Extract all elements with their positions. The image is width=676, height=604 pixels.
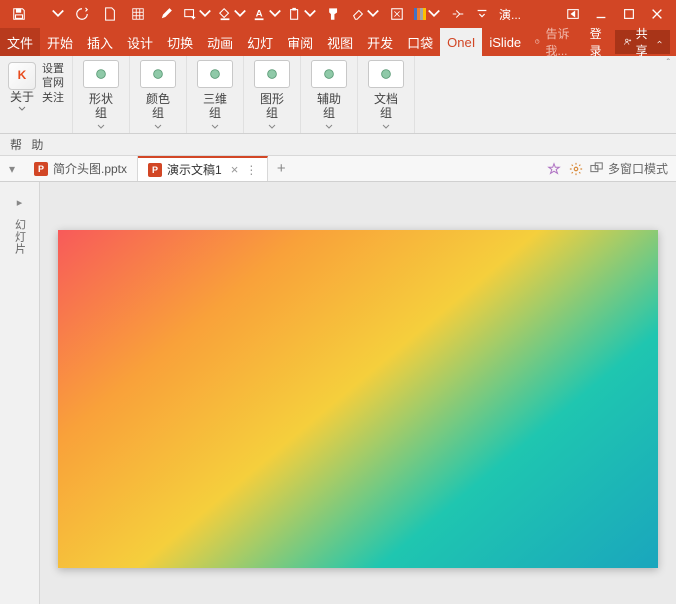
shape-group-button[interactable]: 形状 组 [79, 58, 123, 132]
window-title: 演... [493, 6, 527, 23]
tab-file[interactable]: 文件 [0, 28, 40, 56]
tab-menu-button[interactable]: ⋮ [245, 163, 257, 177]
quick-access-toolbar: A 演... [0, 0, 676, 28]
graphic-group: 图形 组 [244, 56, 301, 133]
minimize-button[interactable] [588, 2, 614, 26]
new-file-button[interactable] [97, 2, 123, 26]
3d-group-button[interactable]: 三维 组 [193, 58, 237, 132]
save-button[interactable] [6, 2, 32, 26]
color-swatches-icon [414, 8, 426, 20]
assist-group: 辅助 组 [301, 56, 358, 133]
undo-button[interactable] [34, 7, 67, 21]
tell-me-search[interactable]: 告诉我... [528, 25, 580, 59]
slide-canvas-area[interactable] [40, 182, 676, 604]
shape-group: 形状 组 [73, 56, 130, 133]
brush-button[interactable] [153, 2, 179, 26]
tab-islide[interactable]: iSlide [482, 28, 528, 56]
follow-label[interactable]: 关注 [42, 91, 64, 105]
tab-developer[interactable]: 开发 [360, 28, 400, 56]
share-button[interactable]: 共享 [615, 30, 670, 54]
panel-title: 幻灯片 [12, 219, 28, 255]
gear-icon[interactable] [568, 161, 584, 177]
file-tab-0[interactable]: P 简介头图.pptx [24, 156, 138, 181]
customize-qat-dropdown[interactable] [473, 7, 491, 21]
share-label: 共享 [636, 25, 653, 59]
doc-group: 文档 组 [358, 56, 415, 133]
multi-window-label: 多窗口模式 [608, 160, 668, 177]
ppt-icon: P [34, 162, 48, 176]
workspace: ▸ 幻灯片 [0, 182, 676, 604]
addon-logo-icon: K [8, 62, 36, 90]
redo-button[interactable] [69, 2, 95, 26]
login-button[interactable]: 登录 [584, 25, 611, 59]
tab-slideshow[interactable]: 幻灯 [240, 28, 280, 56]
maximize-button[interactable] [616, 2, 642, 26]
collapse-ribbon-button[interactable]: ˆ [667, 58, 670, 69]
file-tab-label: 演示文稿1 [167, 161, 222, 178]
document-tabs: ▾ P 简介头图.pptx P 演示文稿1 × ⋮ + 多窗口模式 [0, 156, 676, 182]
font-color-dropdown[interactable]: A [251, 7, 284, 21]
tabs-dropdown-button[interactable]: ▾ [0, 156, 24, 181]
fill-color-dropdown[interactable] [216, 7, 249, 21]
paste-dropdown[interactable] [286, 7, 319, 21]
slide-content[interactable] [58, 230, 658, 568]
tab-view[interactable]: 视图 [320, 28, 360, 56]
graphic-group-button[interactable]: 图形 组 [250, 58, 294, 132]
multi-window-button[interactable]: 多窗口模式 [590, 160, 668, 177]
color-group: 颜色 组 [130, 56, 187, 133]
ppt-icon: P [148, 163, 162, 177]
tab-animation[interactable]: 动画 [200, 28, 240, 56]
file-tab-label: 简介头图.pptx [53, 160, 127, 177]
settings-label[interactable]: 设置 [42, 62, 64, 76]
close-button[interactable] [644, 2, 670, 26]
help-row[interactable]: 帮 助 [0, 134, 676, 156]
about-group: K 关于 设置 官网 关注 [0, 56, 73, 133]
ribbon-options-button[interactable] [560, 2, 586, 26]
tab-transition[interactable]: 切换 [160, 28, 200, 56]
theme-colors-dropdown[interactable] [412, 7, 443, 21]
tab-onekey[interactable]: OneI [440, 28, 482, 56]
grid-button[interactable] [125, 2, 151, 26]
tell-me-label: 告诉我... [546, 25, 574, 59]
tab-home[interactable]: 开始 [40, 28, 80, 56]
file-tab-1[interactable]: P 演示文稿1 × ⋮ [138, 156, 268, 181]
doc-group-button[interactable]: 文档 组 [364, 58, 408, 132]
tab-pocket[interactable]: 口袋 [400, 28, 440, 56]
new-slide-dropdown[interactable] [181, 7, 214, 21]
about-label[interactable]: 关于 [10, 90, 34, 106]
tab-review[interactable]: 审阅 [280, 28, 320, 56]
ribbon-tabs: 文件 开始 插入 设计 切换 动画 幻灯 审阅 视图 开发 口袋 OneI iS… [0, 28, 676, 56]
3d-group: 三维 组 [187, 56, 244, 133]
fullscreen-button[interactable] [384, 2, 410, 26]
star-icon[interactable] [546, 161, 562, 177]
close-tab-button[interactable]: × [231, 162, 239, 177]
transition-icon[interactable] [445, 2, 471, 26]
tab-insert[interactable]: 插入 [80, 28, 120, 56]
color-group-button[interactable]: 颜色 组 [136, 58, 180, 132]
assist-group-button[interactable]: 辅助 组 [307, 58, 351, 132]
slide-panel: ▸ 幻灯片 [0, 182, 40, 604]
website-label[interactable]: 官网 [42, 76, 64, 90]
eraser-dropdown[interactable] [349, 7, 382, 21]
expand-panel-button[interactable]: ▸ [17, 196, 23, 209]
windows-icon [590, 162, 604, 176]
chevron-down-icon [18, 106, 26, 112]
ribbon-content: K 关于 设置 官网 关注 形状 组 颜色 组 三维 组 [0, 56, 676, 134]
new-tab-button[interactable]: + [268, 156, 294, 181]
tab-design[interactable]: 设计 [120, 28, 160, 56]
svg-text:A: A [256, 9, 263, 20]
format-painter-button[interactable] [321, 2, 347, 26]
